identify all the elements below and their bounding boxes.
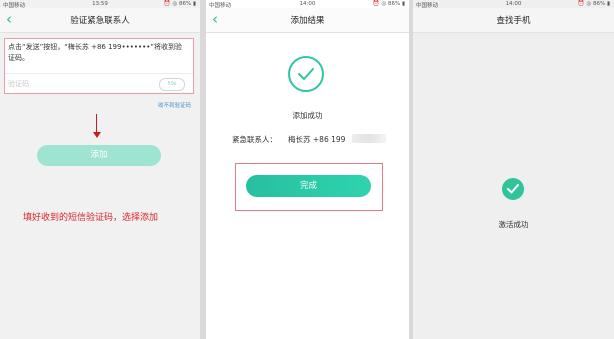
status-bar: 中国移动 13:59 ⏰ ◎ 86% ▮ bbox=[0, 0, 200, 9]
sms-instruction-text: 点击“发送”按钮，“梅长苏 +86 199•••••••”将收到验证码。 bbox=[8, 43, 182, 62]
status-bar: 中国移动 14:00 ⏰ ◎ 86% ▮ bbox=[206, 0, 409, 9]
blurred-number bbox=[352, 134, 386, 143]
sms-verification-box: 点击“发送”按钮，“梅长苏 +86 199•••••••”将收到验证码。 59s bbox=[4, 38, 194, 94]
result-text: 添加成功 bbox=[292, 111, 323, 120]
arrow-head-icon bbox=[93, 132, 101, 138]
add-button[interactable]: 添加 bbox=[37, 145, 161, 166]
resend-code-button[interactable]: 59s bbox=[159, 78, 185, 91]
annotation-text: 填好收到的短信验证码，选择添加 bbox=[23, 213, 159, 223]
status-bar: 中国移动 14:00 ⏰ ◎ 86% ▮ bbox=[413, 0, 614, 9]
arrow-down-icon bbox=[96, 114, 97, 134]
status-indicators: ⏰ ◎ 86% ▮ bbox=[372, 1, 405, 7]
page-title: 验证紧急联系人 bbox=[70, 16, 130, 26]
verify-contact-screen: 中国移动 13:59 ⏰ ◎ 86% ▮ ‹ 验证紧急联系人 点击“发送”按钮，… bbox=[0, 0, 200, 339]
add-result-screen: 中国移动 14:00 ⏰ ◎ 86% ▮ ‹ 添加结果 添加成功 紧急联系人： … bbox=[206, 0, 409, 339]
contact-label: 紧急联系人： bbox=[232, 135, 277, 144]
nav-bar: ‹ 验证紧急联系人 bbox=[0, 8, 200, 33]
page-title: 添加结果 bbox=[290, 16, 325, 26]
find-phone-screen: 中国移动 14:00 ⏰ ◎ 86% ▮ 查找手机 激活成功 bbox=[413, 0, 614, 339]
success-check-icon bbox=[288, 56, 324, 92]
nav-bar: ‹ 添加结果 bbox=[206, 8, 409, 33]
contact-value: 梅长苏 +86 199 bbox=[288, 135, 346, 144]
status-indicators: ⏰ ◎ 86% ▮ bbox=[163, 1, 196, 7]
page-title: 查找手机 bbox=[496, 16, 531, 26]
status-indicators: ⏰ ◎ 86% ▮ bbox=[577, 1, 610, 7]
verification-code-input[interactable] bbox=[8, 78, 148, 90]
activated-text: 激活成功 bbox=[498, 220, 529, 229]
no-code-link[interactable]: 收不到验证码 bbox=[158, 101, 191, 109]
done-button[interactable]: 完成 bbox=[246, 175, 371, 197]
success-check-icon bbox=[502, 178, 524, 200]
divider bbox=[5, 73, 193, 74]
nav-bar: 查找手机 bbox=[413, 8, 614, 33]
